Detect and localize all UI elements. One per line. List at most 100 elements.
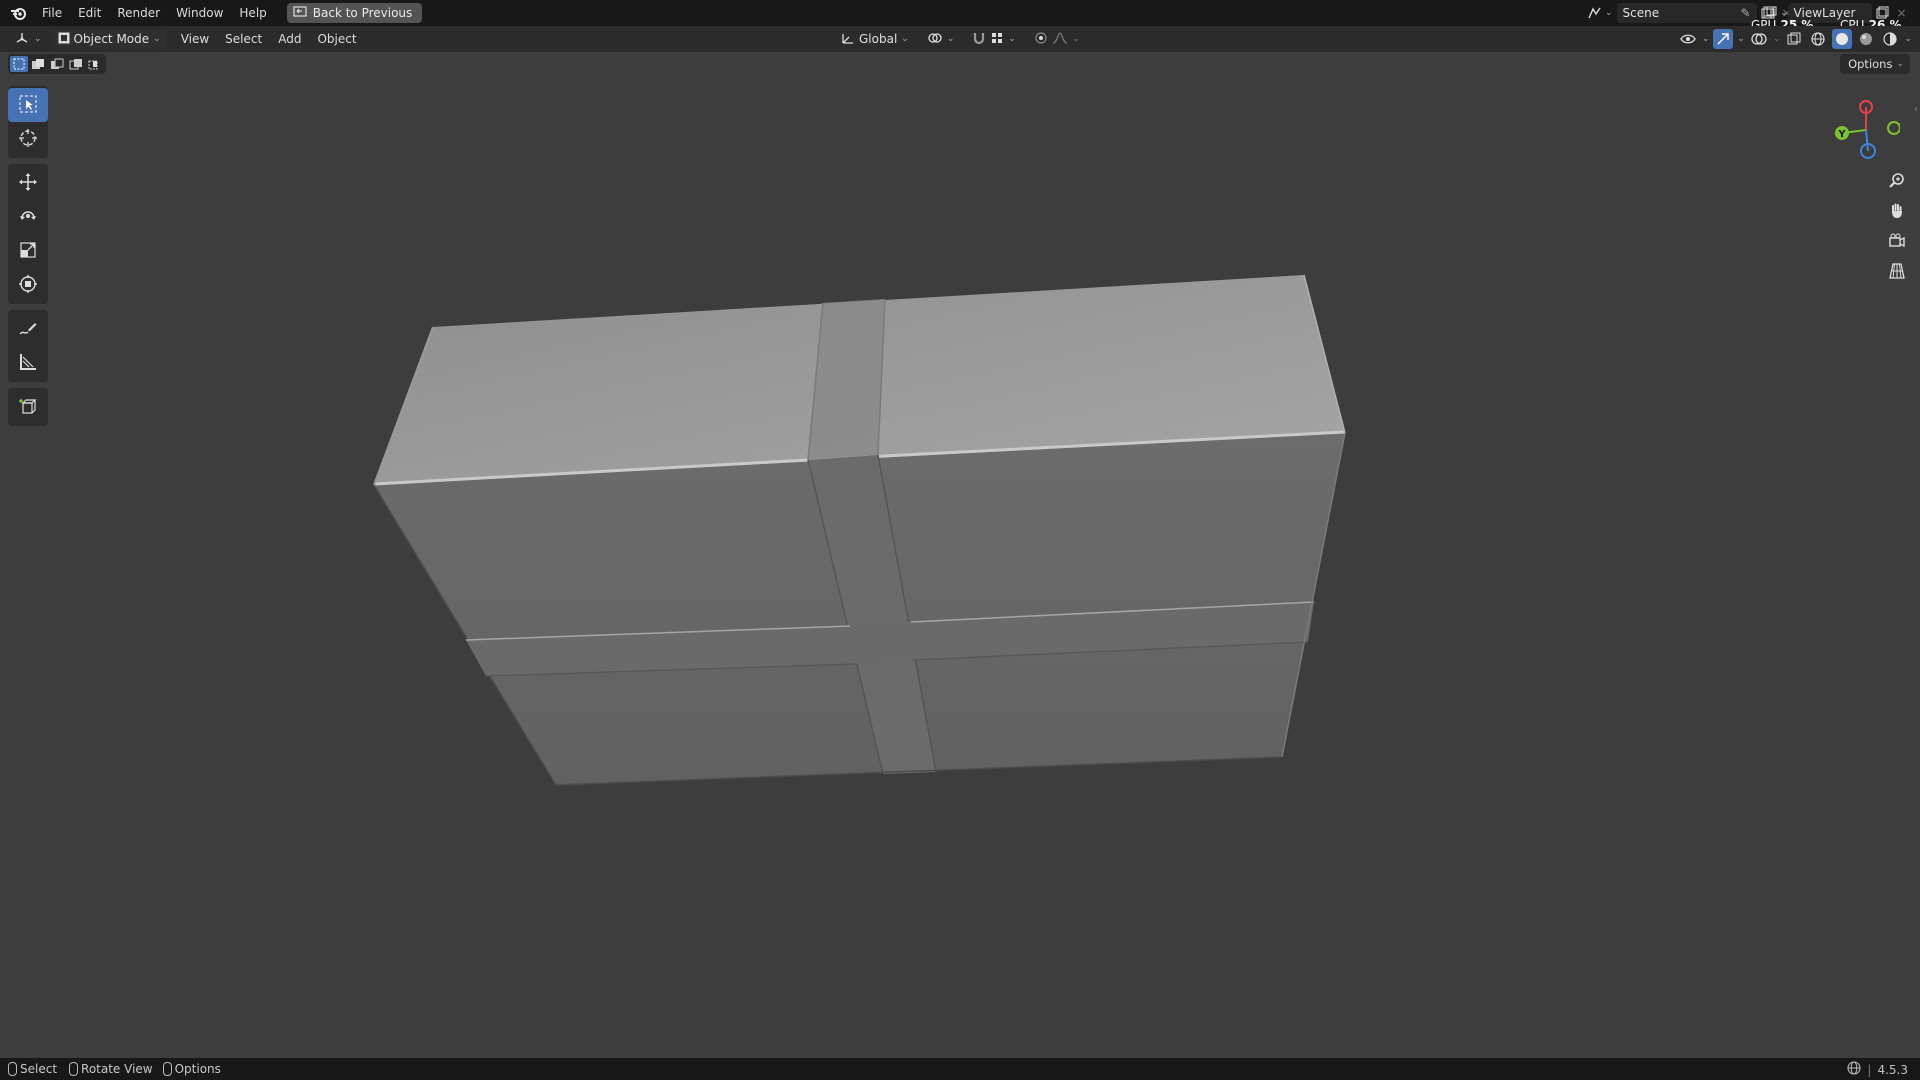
editor-type-button[interactable]: ⌄ bbox=[8, 29, 48, 49]
status-rotate-hint: Rotate View bbox=[69, 1062, 153, 1076]
status-options-label: Options bbox=[174, 1062, 221, 1076]
chevron-down-icon[interactable]: ⌄ bbox=[1780, 8, 1788, 18]
measure-ruler-icon bbox=[18, 352, 38, 375]
status-options-hint: Options bbox=[162, 1062, 221, 1076]
select-intersect-icon[interactable] bbox=[86, 56, 104, 72]
transform-tool[interactable] bbox=[8, 268, 48, 302]
scale-tool[interactable] bbox=[8, 234, 48, 268]
scene-icon[interactable] bbox=[1585, 3, 1605, 23]
header-menu-view[interactable]: View bbox=[173, 28, 217, 50]
hand-icon bbox=[1888, 202, 1906, 223]
chevron-down-icon: ⌄ bbox=[153, 34, 161, 44]
status-bar: Select Rotate View Options | 4.5.3 bbox=[0, 1058, 1920, 1080]
gizmo-toggle-icon[interactable] bbox=[1713, 29, 1734, 49]
chevron-down-icon[interactable]: ⌄ bbox=[1702, 34, 1710, 44]
menu-render[interactable]: Render bbox=[109, 2, 168, 24]
scene-name-field[interactable]: Scene ✎ bbox=[1616, 3, 1757, 23]
xray-toggle-icon[interactable] bbox=[1784, 29, 1804, 49]
chevron-down-icon[interactable]: ⌄ bbox=[1904, 34, 1912, 44]
select-box-icon bbox=[18, 94, 38, 117]
select-subtract-icon[interactable] bbox=[48, 56, 66, 72]
tool-group-add bbox=[8, 388, 48, 426]
object-visibility-icon[interactable] bbox=[1678, 29, 1698, 49]
version-info: | 4.5.3 bbox=[1847, 1061, 1908, 1078]
chevron-down-icon: ⌄ bbox=[1071, 34, 1080, 44]
tool-group-annotate bbox=[8, 310, 48, 382]
zoom-view-button[interactable] bbox=[1884, 169, 1910, 195]
chevron-down-icon[interactable]: ⌄ bbox=[1737, 34, 1745, 44]
menu-edit[interactable]: Edit bbox=[70, 2, 109, 24]
back-to-previous-label: Back to Previous bbox=[312, 6, 413, 20]
navigation-gizmo[interactable]: Y bbox=[1820, 92, 1901, 172]
transform-tools-group: Global ⌄ ⌄ ⌄ ⌄ bbox=[835, 29, 1085, 49]
camera-icon bbox=[1888, 232, 1906, 253]
solid-shading-icon[interactable] bbox=[1832, 29, 1853, 49]
perspective-toggle-button[interactable] bbox=[1884, 259, 1910, 285]
orientation-axes-icon bbox=[841, 31, 855, 48]
chevron-down-icon: ⌄ bbox=[1896, 59, 1904, 69]
gizmo-y-label: Y bbox=[1837, 129, 1846, 140]
snap-toggle[interactable]: ⌄ bbox=[966, 29, 1022, 49]
options-dropdown[interactable]: Options ⌄ bbox=[1840, 54, 1910, 74]
add-cube-icon bbox=[18, 396, 38, 419]
mouse-middle-icon bbox=[69, 1062, 79, 1076]
chevron-down-icon: ⌄ bbox=[34, 34, 42, 44]
pivot-icon bbox=[927, 31, 943, 48]
menu-window[interactable]: Window bbox=[168, 2, 231, 24]
object-mode-label: Object Mode bbox=[73, 32, 150, 46]
move-tool[interactable] bbox=[8, 166, 48, 200]
object-mode-dropdown[interactable]: Object Mode ⌄ bbox=[51, 29, 167, 49]
box-mesh[interactable] bbox=[373, 274, 1346, 786]
proportional-editing-toggle[interactable]: ⌄ bbox=[1028, 29, 1086, 49]
viewport-display-tools: ⌄ ⌄ ⌄ ⌄ bbox=[1678, 29, 1912, 49]
snap-grid-icon bbox=[990, 31, 1004, 48]
mouse-left-icon bbox=[8, 1062, 17, 1076]
transform-icon bbox=[18, 274, 38, 297]
menu-file[interactable]: File bbox=[34, 2, 70, 24]
blender-logo-icon[interactable] bbox=[4, 0, 34, 26]
back-to-previous-button[interactable]: Back to Previous bbox=[286, 3, 423, 23]
rotate-tool[interactable] bbox=[8, 200, 48, 234]
status-select-hint: Select bbox=[8, 1062, 57, 1076]
sidebar-toggle-icon[interactable]: ‹ bbox=[1914, 104, 1918, 115]
chevron-down-icon[interactable]: ⌄ bbox=[1773, 34, 1781, 44]
viewport-canvas[interactable] bbox=[0, 0, 1920, 1080]
select-box-tool[interactable] bbox=[8, 88, 48, 122]
top-menu-bar: File Edit Render Window Help Back to Pre… bbox=[0, 0, 1920, 32]
transform-orientation-dropdown[interactable]: Global ⌄ bbox=[835, 29, 915, 49]
material-preview-icon[interactable] bbox=[1856, 29, 1876, 49]
pin-icon[interactable]: ✎ bbox=[1740, 6, 1750, 20]
select-extend-icon[interactable] bbox=[29, 56, 47, 72]
cursor-tool[interactable] bbox=[8, 122, 48, 156]
chevron-down-icon: ⌄ bbox=[901, 34, 909, 44]
menu-help[interactable]: Help bbox=[231, 2, 274, 24]
chevron-down-icon: ⌄ bbox=[1008, 34, 1016, 44]
options-label: Options bbox=[1848, 57, 1893, 71]
zoom-magnifier-icon bbox=[1888, 172, 1906, 193]
transform-orientation-label: Global bbox=[859, 32, 898, 46]
measure-tool[interactable] bbox=[8, 346, 48, 380]
viewport-header: ⌄ Object Mode ⌄ View Select Add Object G… bbox=[0, 26, 1920, 52]
scene-name: Scene bbox=[1622, 6, 1660, 20]
scale-icon bbox=[18, 240, 38, 263]
mouse-right-icon bbox=[162, 1062, 172, 1076]
network-globe-icon bbox=[1847, 1061, 1861, 1078]
select-invert-icon[interactable] bbox=[67, 56, 85, 72]
header-menu-object[interactable]: Object bbox=[309, 28, 364, 50]
rendered-shading-icon[interactable] bbox=[1880, 29, 1900, 49]
pivot-point-dropdown[interactable]: ⌄ bbox=[921, 29, 961, 49]
tool-group-transform bbox=[8, 164, 48, 304]
cursor-icon bbox=[18, 128, 38, 151]
wireframe-shading-icon[interactable] bbox=[1808, 29, 1828, 49]
pan-view-button[interactable] bbox=[1884, 199, 1910, 225]
overlays-icon[interactable] bbox=[1749, 29, 1769, 49]
header-menu-add[interactable]: Add bbox=[270, 28, 309, 50]
axis-gizmo-icon[interactable]: Y bbox=[1820, 92, 1901, 172]
header-menu-select[interactable]: Select bbox=[217, 28, 270, 50]
version-separator: | bbox=[1867, 1062, 1872, 1077]
add-cube-tool[interactable] bbox=[8, 390, 48, 424]
select-new-icon[interactable] bbox=[10, 56, 28, 72]
camera-view-button[interactable] bbox=[1884, 229, 1910, 255]
chevron-down-icon[interactable]: ⌄ bbox=[1605, 8, 1613, 18]
annotate-tool[interactable] bbox=[8, 312, 48, 346]
